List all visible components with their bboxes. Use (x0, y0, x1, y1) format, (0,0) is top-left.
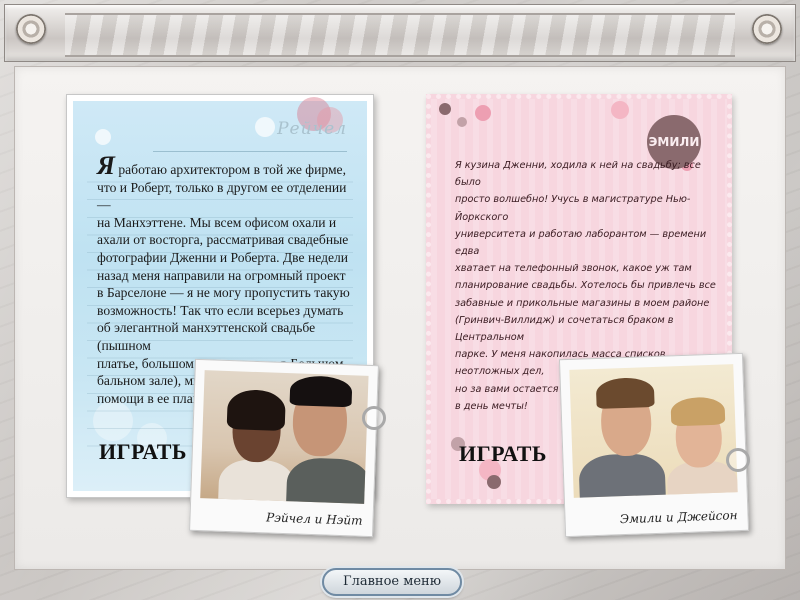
hair-silhouette (226, 389, 286, 432)
polka-dot-icon (611, 101, 629, 119)
rosette-ornament-icon (752, 14, 782, 44)
main-menu-button[interactable]: Главное меню (322, 568, 462, 596)
rachel-play-button[interactable]: ИГРАТЬ (99, 439, 187, 465)
polka-dot-icon (439, 103, 451, 115)
hair-silhouette (595, 376, 655, 409)
couple-photo (200, 370, 369, 504)
emily-photo-caption: Эмили и Джейсон (619, 508, 738, 527)
hair-silhouette (289, 375, 353, 408)
person-silhouette (285, 457, 369, 504)
emily-photo-polaroid: Эмили и Джейсон (558, 352, 750, 538)
polka-dot-icon (457, 117, 467, 127)
rachel-name-title: Рейчел (277, 119, 347, 139)
polka-dot-icon (487, 475, 501, 489)
top-marble-bar (4, 4, 796, 62)
flower-decoration-icon (95, 129, 111, 145)
rachel-photo-polaroid: Рэйчел и Нэйт (189, 358, 379, 538)
ring-icon (726, 448, 750, 472)
emily-play-button[interactable]: ИГРАТЬ (459, 441, 547, 467)
person-silhouette (578, 452, 667, 498)
couple-photo (569, 364, 738, 498)
hair-silhouette (670, 396, 726, 427)
flower-decoration-icon (255, 117, 275, 137)
rosette-ornament-icon (16, 14, 46, 44)
person-silhouette (217, 458, 296, 504)
name-underline (153, 151, 347, 152)
ring-icon (362, 406, 386, 430)
rachel-photo-caption: Рэйчел и Нэйт (265, 510, 363, 528)
polka-dot-icon (475, 105, 491, 121)
